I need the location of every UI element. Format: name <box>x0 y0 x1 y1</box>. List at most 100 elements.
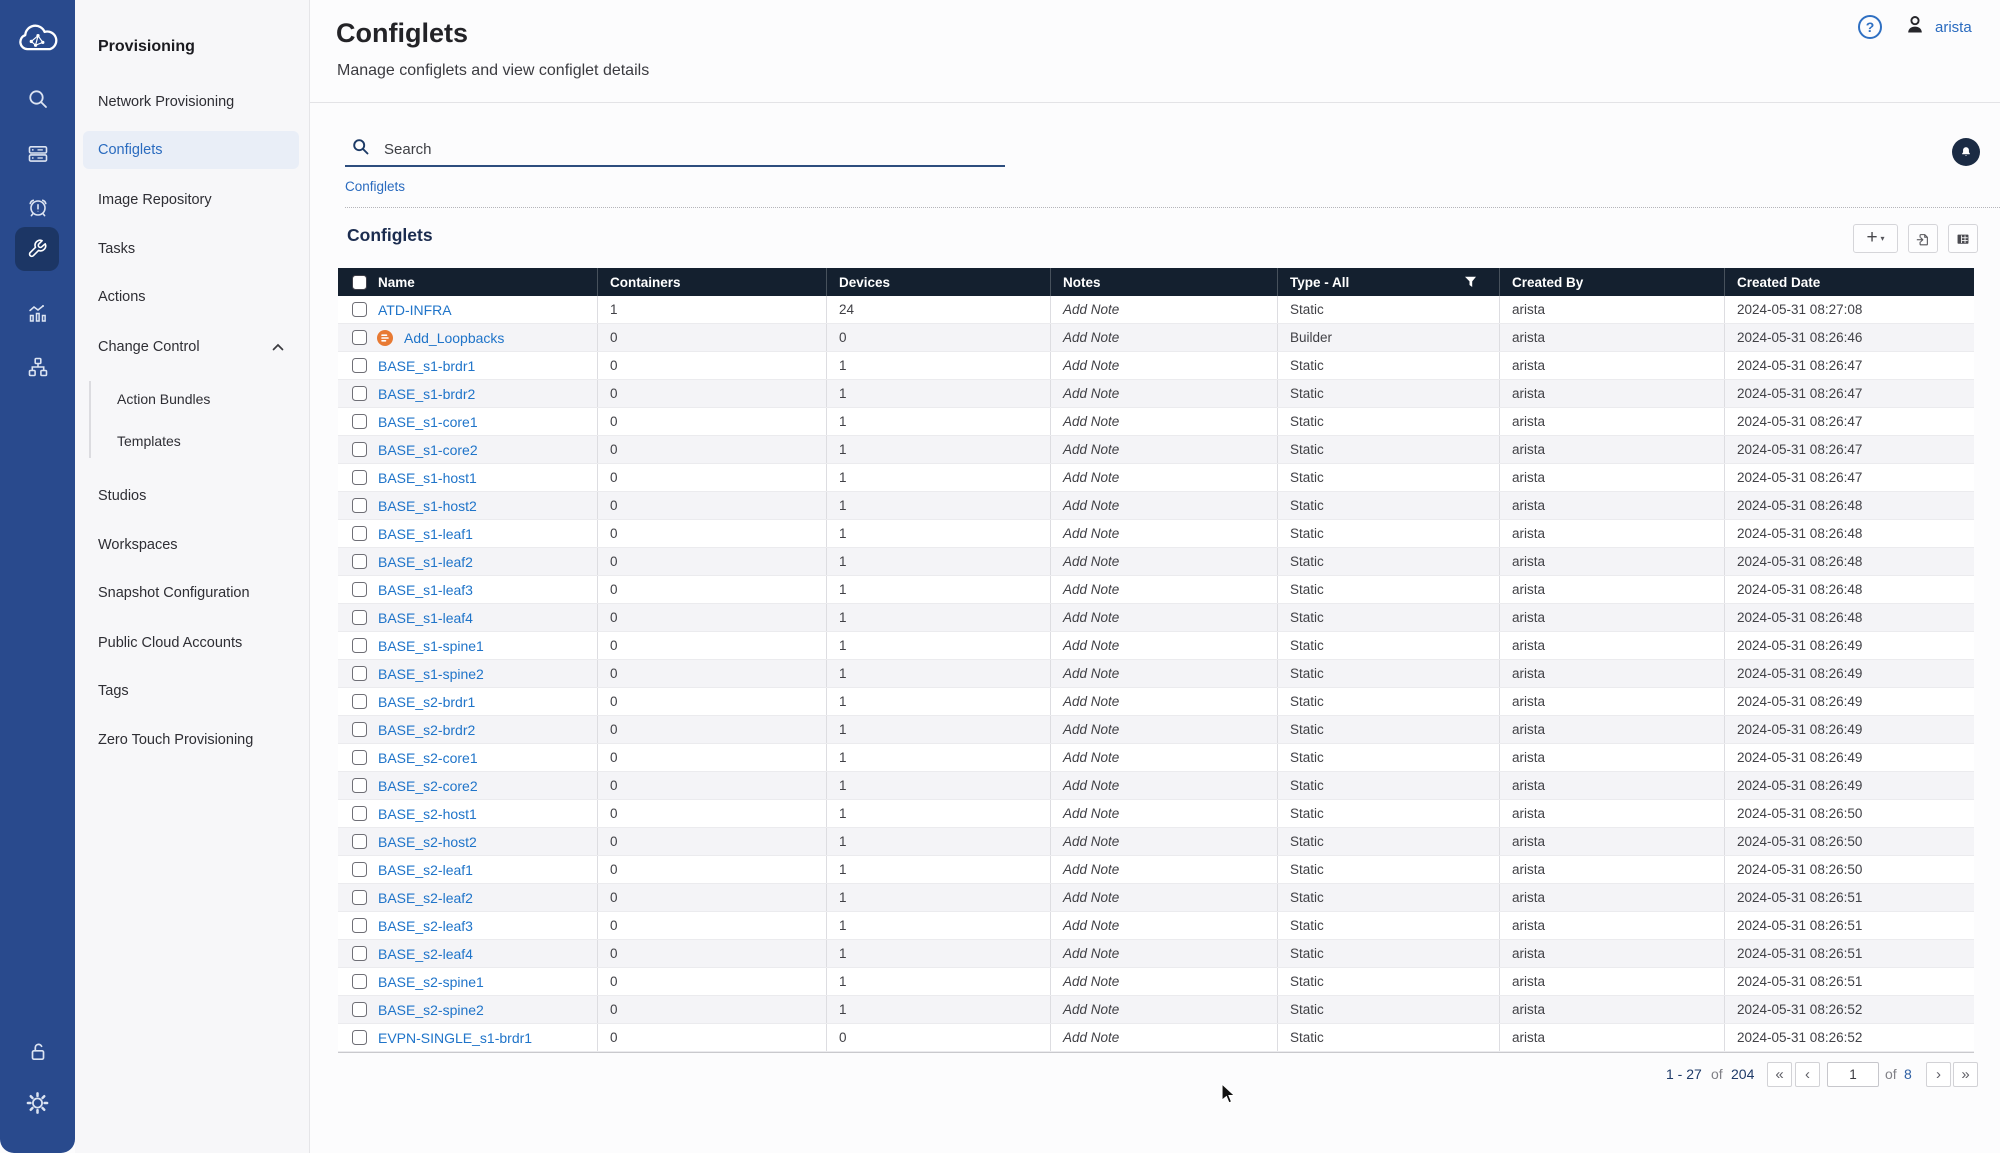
cell-add-note[interactable]: Add Note <box>1051 436 1278 463</box>
notifications-bell-icon[interactable] <box>1952 138 1980 166</box>
row-checkbox[interactable] <box>352 386 367 401</box>
pagination-next-button[interactable]: › <box>1926 1062 1951 1087</box>
topology-icon[interactable] <box>0 355 75 379</box>
row-checkbox[interactable] <box>352 302 367 317</box>
sidebar-item-network-provisioning[interactable]: Network Provisioning <box>75 83 310 121</box>
sidebar-item-studios[interactable]: Studios <box>75 477 310 515</box>
header-notes[interactable]: Notes <box>1051 268 1278 296</box>
pagination-first-button[interactable]: « <box>1767 1062 1792 1087</box>
cell-add-note[interactable]: Add Note <box>1051 996 1278 1023</box>
search-icon[interactable] <box>0 87 75 111</box>
cell-add-note[interactable]: Add Note <box>1051 1024 1278 1051</box>
configlet-name-link[interactable]: BASE_s2-spine1 <box>378 974 484 990</box>
chevron-up-icon[interactable] <box>272 343 284 351</box>
cell-add-note[interactable]: Add Note <box>1051 604 1278 631</box>
row-checkbox[interactable] <box>352 974 367 989</box>
sidebar-item-change-control[interactable]: Change Control <box>75 328 310 366</box>
configlet-name-link[interactable]: BASE_s1-core1 <box>378 414 478 430</box>
configlet-name-link[interactable]: BASE_s2-core2 <box>378 778 478 794</box>
cell-add-note[interactable]: Add Note <box>1051 464 1278 491</box>
configlet-name-link[interactable]: BASE_s1-brdr1 <box>378 358 475 374</box>
cell-add-note[interactable]: Add Note <box>1051 492 1278 519</box>
row-checkbox[interactable] <box>352 862 367 877</box>
configlet-name-link[interactable]: BASE_s2-host2 <box>378 834 477 850</box>
sidebar-item-configlets[interactable]: Configlets <box>83 131 299 169</box>
settings-gear-icon[interactable] <box>0 1091 75 1116</box>
provisioning-rail-active-tile[interactable] <box>15 227 59 271</box>
row-checkbox[interactable] <box>352 638 367 653</box>
row-checkbox[interactable] <box>352 582 367 597</box>
search-input[interactable]: Search <box>345 134 1005 167</box>
cell-add-note[interactable]: Add Note <box>1051 856 1278 883</box>
cell-add-note[interactable]: Add Note <box>1051 352 1278 379</box>
cell-add-note[interactable]: Add Note <box>1051 408 1278 435</box>
sidebar-item-public-cloud-accounts[interactable]: Public Cloud Accounts <box>75 624 310 662</box>
cell-add-note[interactable]: Add Note <box>1051 884 1278 911</box>
row-checkbox[interactable] <box>352 358 367 373</box>
row-checkbox[interactable] <box>352 610 367 625</box>
sidebar-item-workspaces[interactable]: Workspaces <box>75 526 310 564</box>
configlet-name-link[interactable]: BASE_s2-brdr1 <box>378 694 475 710</box>
cell-add-note[interactable]: Add Note <box>1051 800 1278 827</box>
row-checkbox[interactable] <box>352 470 367 485</box>
pagination-prev-button[interactable]: ‹ <box>1795 1062 1820 1087</box>
sidebar-item-tasks[interactable]: Tasks <box>75 230 310 268</box>
add-configlet-button[interactable]: + ▾ <box>1853 224 1898 253</box>
configlet-name-link[interactable]: BASE_s1-core2 <box>378 442 478 458</box>
configlet-name-link[interactable]: BASE_s2-host1 <box>378 806 477 822</box>
cloudvision-logo[interactable] <box>0 25 75 56</box>
metrics-icon[interactable] <box>0 301 75 325</box>
help-button[interactable]: ? <box>1858 15 1882 39</box>
row-checkbox[interactable] <box>352 554 367 569</box>
cell-add-note[interactable]: Add Note <box>1051 380 1278 407</box>
configlet-name-link[interactable]: BASE_s1-leaf2 <box>378 554 473 570</box>
cell-add-note[interactable]: Add Note <box>1051 716 1278 743</box>
cell-add-note[interactable]: Add Note <box>1051 968 1278 995</box>
row-checkbox[interactable] <box>352 918 367 933</box>
sidebar-item-zero-touch-provisioning[interactable]: Zero Touch Provisioning <box>75 721 310 759</box>
row-checkbox[interactable] <box>352 750 367 765</box>
configlet-name-link[interactable]: BASE_s2-spine2 <box>378 1002 484 1018</box>
header-containers[interactable]: Containers <box>598 268 827 296</box>
sidebar-item-snapshot-configuration[interactable]: Snapshot Configuration <box>75 574 310 612</box>
configlet-name-link[interactable]: BASE_s1-host2 <box>378 498 477 514</box>
row-checkbox[interactable] <box>352 890 367 905</box>
cell-add-note[interactable]: Add Note <box>1051 940 1278 967</box>
row-checkbox[interactable] <box>352 414 367 429</box>
cell-add-note[interactable]: Add Note <box>1051 520 1278 547</box>
breadcrumb[interactable]: Configlets <box>345 179 405 194</box>
configlet-name-link[interactable]: BASE_s1-host1 <box>378 470 477 486</box>
cell-add-note[interactable]: Add Note <box>1051 296 1278 323</box>
configlet-name-link[interactable]: BASE_s1-brdr2 <box>378 386 475 402</box>
cell-add-note[interactable]: Add Note <box>1051 324 1278 351</box>
configlet-name-link[interactable]: BASE_s2-leaf3 <box>378 918 473 934</box>
sidebar-item-tags[interactable]: Tags <box>75 672 310 710</box>
cell-add-note[interactable]: Add Note <box>1051 688 1278 715</box>
configlet-name-link[interactable]: EVPN-SINGLE_s1-brdr1 <box>378 1030 532 1046</box>
pagination-last-button[interactable]: » <box>1953 1062 1978 1087</box>
row-checkbox[interactable] <box>352 526 367 541</box>
configlet-name-link[interactable]: BASE_s1-leaf1 <box>378 526 473 542</box>
configlet-name-link[interactable]: ATD-INFRA <box>378 302 452 318</box>
row-checkbox[interactable] <box>352 330 367 345</box>
sidebar-item-templates[interactable]: Templates <box>75 425 310 457</box>
pagination-page-input[interactable] <box>1827 1062 1879 1087</box>
cell-add-note[interactable]: Add Note <box>1051 548 1278 575</box>
row-checkbox[interactable] <box>352 1030 367 1045</box>
header-created-by[interactable]: Created By <box>1500 268 1725 296</box>
configlet-name-link[interactable]: BASE_s2-core1 <box>378 750 478 766</box>
row-checkbox[interactable] <box>352 1002 367 1017</box>
events-icon[interactable] <box>0 195 75 219</box>
cell-add-note[interactable]: Add Note <box>1051 828 1278 855</box>
row-checkbox[interactable] <box>352 442 367 457</box>
lock-icon[interactable] <box>0 1038 75 1062</box>
configlet-name-link[interactable]: BASE_s1-leaf3 <box>378 582 473 598</box>
configlet-name-link[interactable]: BASE_s2-brdr2 <box>378 722 475 738</box>
header-devices[interactable]: Devices <box>827 268 1051 296</box>
column-settings-button[interactable] <box>1948 224 1978 253</box>
row-checkbox[interactable] <box>352 666 367 681</box>
configlet-name-link[interactable]: BASE_s2-leaf1 <box>378 862 473 878</box>
row-checkbox[interactable] <box>352 946 367 961</box>
configlet-name-link[interactable]: Add_Loopbacks <box>404 330 504 346</box>
configlet-name-link[interactable]: BASE_s2-leaf2 <box>378 890 473 906</box>
